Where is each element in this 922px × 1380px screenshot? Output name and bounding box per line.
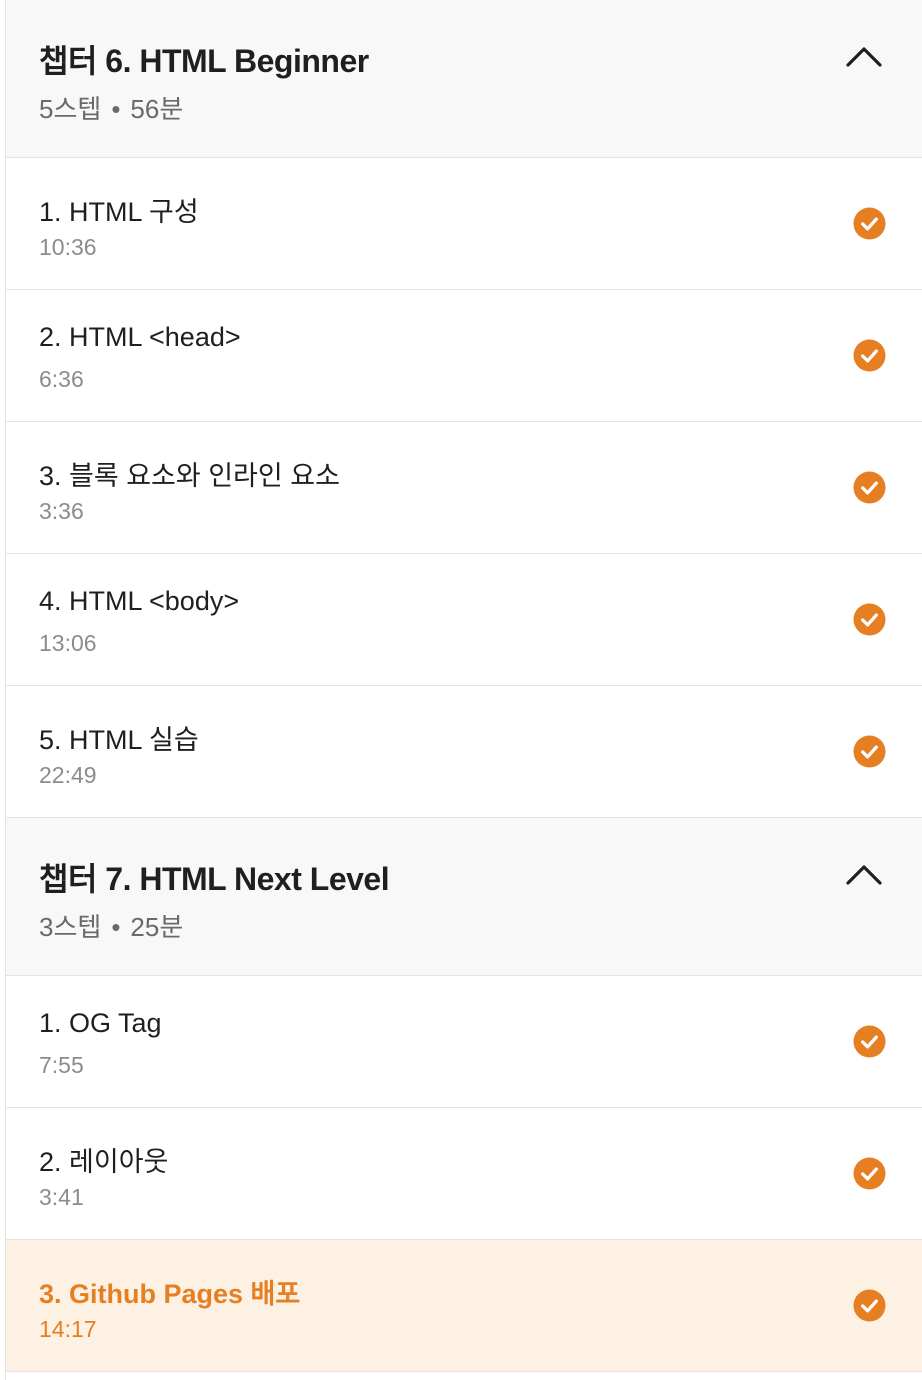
lesson-item[interactable]: 3. 블록 요소와 인라인 요소 3:36	[6, 422, 922, 554]
chevron-up-icon[interactable]	[844, 38, 884, 74]
lesson-duration: 13:06	[39, 630, 97, 656]
meta-separator: •	[111, 94, 121, 124]
lesson-duration: 14:17	[39, 1316, 97, 1342]
check-circle-icon	[853, 470, 886, 504]
chapter-steps: 5스텝	[39, 94, 102, 124]
lesson-item[interactable]: 2. 레이아웃 3:41	[6, 1108, 922, 1240]
check-circle-icon	[853, 1288, 886, 1322]
meta-separator: •	[111, 912, 121, 942]
lesson-title: 1. HTML 구성	[39, 197, 199, 227]
check-circle-icon	[853, 1156, 886, 1190]
check-circle-icon	[853, 1024, 886, 1058]
lesson-duration: 7:55	[39, 1052, 84, 1078]
lesson-duration: 10:36	[39, 234, 97, 260]
chevron-up-icon[interactable]	[844, 856, 884, 892]
chapter-header[interactable]: 챕터 6. HTML Beginner 5스텝 • 56분	[6, 0, 922, 158]
check-circle-icon	[853, 602, 886, 636]
lesson-item[interactable]: 2. HTML <head> 6:36	[6, 290, 922, 422]
lesson-duration: 22:49	[39, 762, 97, 788]
curriculum-panel: 챕터 6. HTML Beginner 5스텝 • 56분 1. HTML 구성 1…	[5, 0, 922, 1380]
chapter-meta: 3스텝 • 25분	[39, 907, 183, 944]
lesson-title: 5. HTML 실습	[39, 725, 199, 755]
lesson-title: 2. HTML <head>	[39, 322, 241, 352]
chapter-title: 챕터 6. HTML Beginner	[39, 43, 369, 79]
chapter-duration: 56분	[130, 94, 184, 124]
chapter-steps: 3스텝	[39, 912, 102, 942]
lesson-duration: 3:41	[39, 1184, 84, 1210]
check-circle-icon	[853, 338, 886, 372]
chapter-header[interactable]: 챕터 7. HTML Next Level 3스텝 • 25분	[6, 818, 922, 976]
check-circle-icon	[853, 734, 886, 768]
chapter-duration: 25분	[130, 912, 184, 942]
lesson-item[interactable]: 1. HTML 구성 10:36	[6, 158, 922, 290]
lesson-title: 1. OG Tag	[39, 1008, 162, 1038]
lesson-item[interactable]: 1. OG Tag 7:55	[6, 976, 922, 1108]
lesson-duration: 3:36	[39, 498, 84, 524]
lesson-title: 3. Github Pages 배포	[39, 1279, 301, 1309]
lesson-title: 2. 레이아웃	[39, 1147, 169, 1177]
lesson-title: 4. HTML <body>	[39, 586, 240, 616]
lesson-item[interactable]: 5. HTML 실습 22:49	[6, 686, 922, 818]
check-circle-icon	[853, 206, 886, 240]
chapter-meta: 5스텝 • 56분	[39, 89, 183, 126]
lesson-duration: 6:36	[39, 366, 84, 392]
chapter-title: 챕터 7. HTML Next Level	[39, 861, 390, 897]
lesson-item-active[interactable]: 3. Github Pages 배포 14:17	[6, 1240, 922, 1372]
lesson-title: 3. 블록 요소와 인라인 요소	[39, 461, 340, 491]
lesson-item[interactable]: 4. HTML <body> 13:06	[6, 554, 922, 686]
